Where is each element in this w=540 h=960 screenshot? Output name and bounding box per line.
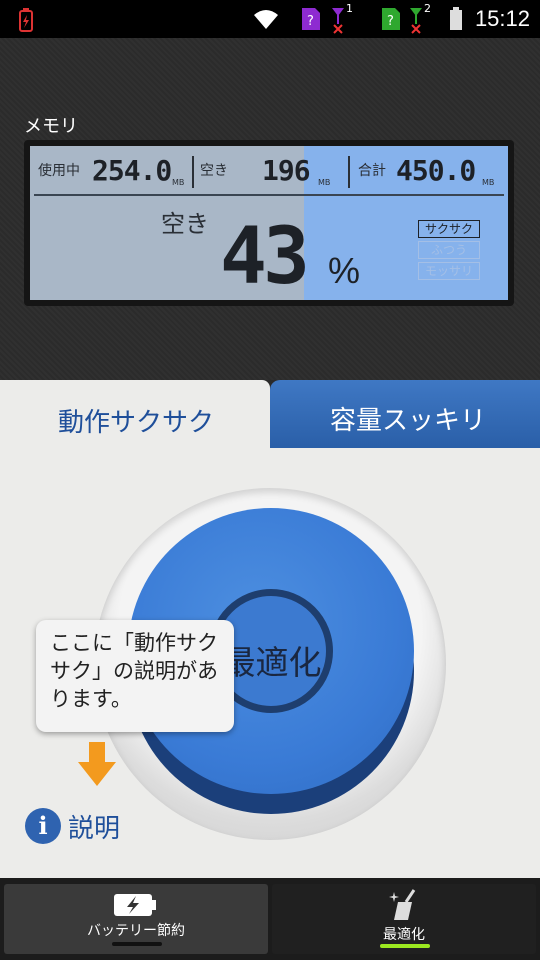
tab-smooth-label: 動作サクサク [58,407,215,437]
level-normal: ふつう [418,241,480,259]
tooltip: ここに「動作サクサク」の説明があります。 [36,620,234,732]
tab-storage-label: 容量スッキリ [330,405,487,435]
battery-charging-icon [19,8,33,32]
status-bar: ? 1 ? 2 15:12 [0,0,540,38]
nav-optimize[interactable]: 最適化 [272,884,536,954]
lcd-divider [192,156,194,188]
nav-indicator-active [380,944,430,948]
total-unit: MB [482,178,495,187]
info-link[interactable]: 説明 [68,808,120,845]
nav-battery-saver[interactable]: バッテリー節約 [4,884,268,954]
svg-text:?: ? [307,14,314,29]
sim-unknown-icon: ? [302,8,320,30]
total-label: 合計 [358,162,386,178]
tab-storage[interactable]: 容量スッキリ [270,380,540,448]
free-value: 196 [262,154,311,187]
lcd-separator [34,194,504,196]
free-percent-label: 空き [161,211,209,238]
nav-battery-label: バッテリー節約 [87,922,185,938]
free-label: 空き [200,162,228,178]
broom-icon [389,889,416,920]
nav-optimize-label: 最適化 [383,926,425,942]
level-smooth: サクサク [418,220,480,238]
battery-icon [450,7,462,30]
used-unit: MB [172,178,185,187]
nav-indicator [112,942,162,946]
percent-sign: % [328,250,361,291]
sim1-index: 1 [346,2,353,15]
tooltip-text: ここに「動作サクサク」の説明があります。 [50,632,218,711]
memory-title: メモリ [24,116,78,136]
free-percent-value: 43 [220,212,310,300]
svg-text:?: ? [387,14,394,29]
used-label: 使用中 [38,162,80,178]
sim2-index: 2 [424,2,431,15]
used-value: 254.0 [92,154,172,187]
battery-icon [114,894,156,916]
info-icon[interactable]: i [25,808,61,844]
lcd-divider [348,156,350,188]
clock: 15:12 [474,6,530,31]
sim-unknown-icon: ? [382,8,400,30]
tab-smooth[interactable]: 動作サクサク [0,380,270,450]
wifi-icon [254,10,278,29]
total-value: 450.0 [396,154,476,187]
memory-lcd: 使用中 254.0 MB 空き 196 MB 合計 450.0 MB 空き 43… [30,146,508,300]
level-sluggish: モッサリ [418,262,480,280]
down-arrow-icon [78,762,116,786]
free-unit: MB [318,178,331,187]
down-arrow-icon [89,742,105,764]
